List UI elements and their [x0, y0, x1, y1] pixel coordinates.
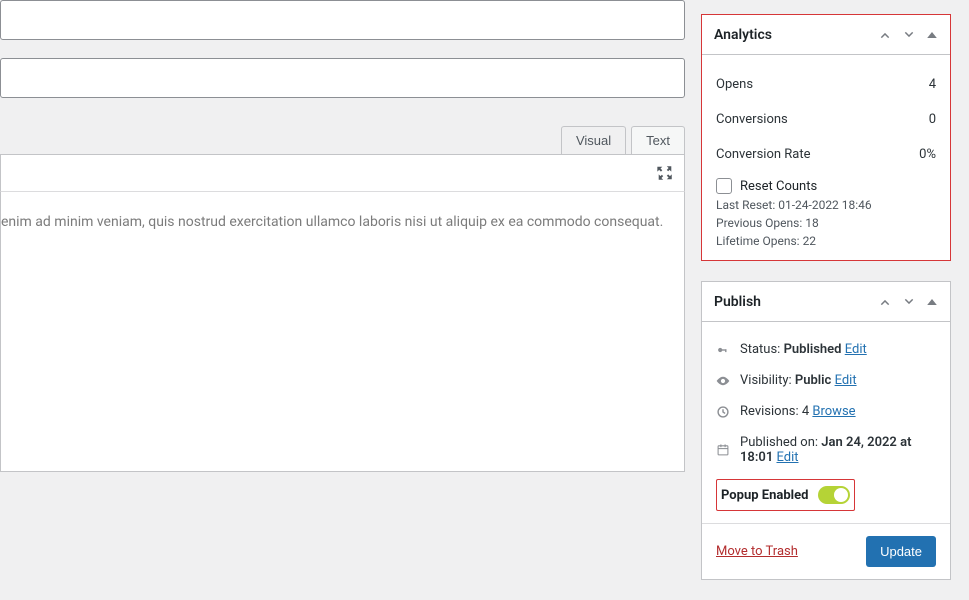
- text-tab[interactable]: Text: [631, 126, 685, 154]
- lifetime-opens-line: Lifetime Opens: 22: [716, 234, 936, 248]
- calendar-icon: [716, 443, 732, 457]
- conversions-value: 0: [929, 112, 936, 127]
- analytics-title: Analytics: [714, 27, 772, 43]
- move-to-trash-link[interactable]: Move to Trash: [716, 544, 798, 559]
- editor-body[interactable]: enim ad minim veniam, quis nostrud exerc…: [0, 192, 685, 472]
- publish-body: Status: Published Edit Visibility: Publi…: [702, 322, 950, 523]
- conversions-row: Conversions 0: [716, 102, 936, 137]
- editor-toolbar: [0, 154, 685, 192]
- update-button[interactable]: Update: [866, 536, 936, 567]
- previous-opens-line: Previous Opens: 18: [716, 216, 936, 230]
- editor-container: Visual Text enim ad minim veniam, quis n…: [0, 126, 685, 472]
- popup-enabled-label: Popup Enabled: [721, 488, 808, 503]
- analytics-header: Analytics: [702, 15, 950, 55]
- chevron-up-icon[interactable]: [878, 28, 892, 42]
- main-editor-area: Visual Text enim ad minim veniam, quis n…: [0, 0, 685, 472]
- visibility-text: Visibility: Public Edit: [740, 373, 857, 388]
- chevron-up-icon[interactable]: [878, 295, 892, 309]
- revisions-browse-link[interactable]: Browse: [812, 404, 855, 419]
- analytics-body: Opens 4 Conversions 0 Conversion Rate 0%…: [702, 55, 950, 260]
- fullscreen-icon[interactable]: [656, 164, 674, 182]
- publish-actions: Move to Trash Update: [702, 523, 950, 579]
- reset-counts-checkbox[interactable]: [716, 178, 732, 194]
- editor-content-text: enim ad minim veniam, quis nostrud exerc…: [1, 212, 684, 233]
- revisions-row: Revisions: 4 Browse: [716, 396, 936, 427]
- publish-title: Publish: [714, 294, 761, 310]
- chevron-down-icon[interactable]: [902, 28, 916, 42]
- visual-tab[interactable]: Visual: [561, 126, 626, 154]
- publish-header: Publish: [702, 282, 950, 322]
- published-on-row: Published on: Jan 24, 2022 at 18:01 Edit: [716, 427, 936, 473]
- editor-tabs: Visual Text: [0, 126, 685, 154]
- status-row: Status: Published Edit: [716, 334, 936, 365]
- opens-label: Opens: [716, 77, 753, 92]
- conversion-rate-value: 0%: [919, 147, 936, 162]
- analytics-panel: Analytics Opens 4 Conversions 0 Conversi…: [701, 14, 951, 261]
- revisions-text: Revisions: 4 Browse: [740, 404, 856, 419]
- popup-enabled-toggle[interactable]: [818, 486, 850, 504]
- sidebar: Analytics Opens 4 Conversions 0 Conversi…: [701, 14, 951, 600]
- reset-counts-row: Reset Counts: [716, 178, 936, 194]
- status-edit-link[interactable]: Edit: [845, 342, 867, 357]
- conversions-label: Conversions: [716, 112, 788, 127]
- chevron-down-icon[interactable]: [902, 295, 916, 309]
- secondary-input[interactable]: [0, 58, 685, 98]
- clock-icon: [716, 405, 732, 419]
- visibility-row: Visibility: Public Edit: [716, 365, 936, 396]
- collapse-icon[interactable]: [926, 296, 938, 308]
- status-text: Status: Published Edit: [740, 342, 867, 357]
- last-reset-line: Last Reset: 01-24-2022 18:46: [716, 198, 936, 212]
- title-input[interactable]: [0, 0, 685, 40]
- visibility-edit-link[interactable]: Edit: [835, 373, 857, 388]
- conversion-rate-row: Conversion Rate 0%: [716, 137, 936, 172]
- opens-row: Opens 4: [716, 67, 936, 102]
- key-icon: [716, 343, 732, 357]
- reset-counts-label: Reset Counts: [740, 179, 817, 194]
- publishedon-edit-link[interactable]: Edit: [776, 450, 798, 465]
- publish-panel: Publish Status: Published Edit Visibilit…: [701, 281, 951, 580]
- conversion-rate-label: Conversion Rate: [716, 147, 811, 162]
- eye-icon: [716, 374, 732, 388]
- published-on-text: Published on: Jan 24, 2022 at 18:01 Edit: [740, 435, 936, 465]
- collapse-icon[interactable]: [926, 29, 938, 41]
- opens-value: 4: [929, 77, 936, 92]
- popup-enabled-row: Popup Enabled: [716, 479, 855, 511]
